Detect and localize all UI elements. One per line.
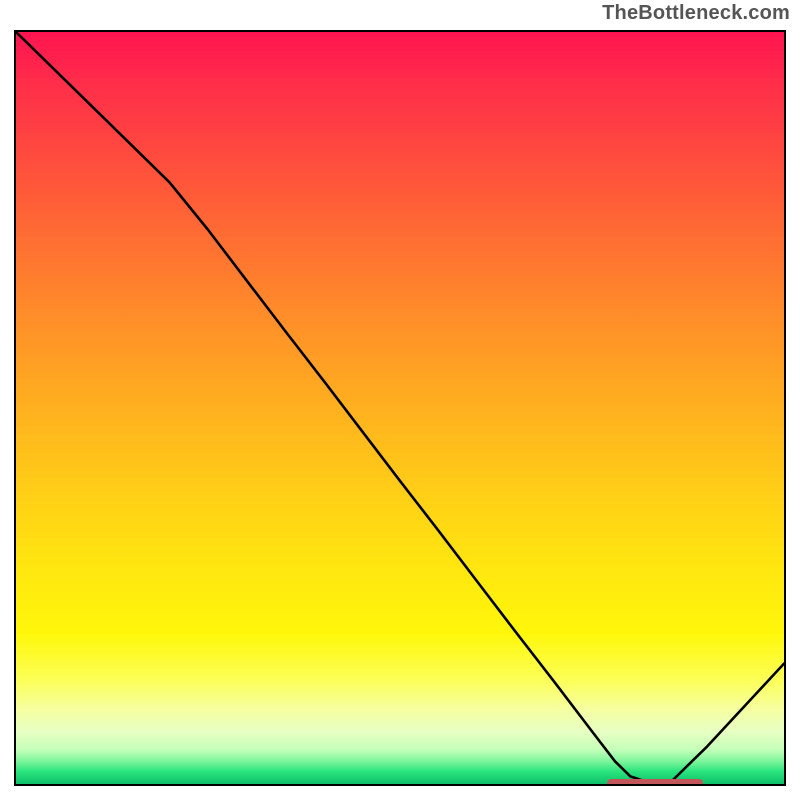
chart-stage: TheBottleneck.com xyxy=(0,0,800,800)
optimal-range-marker xyxy=(607,779,704,786)
plot-area xyxy=(14,30,786,786)
watermark-text: TheBottleneck.com xyxy=(602,2,790,25)
bottleneck-curve xyxy=(16,32,784,784)
